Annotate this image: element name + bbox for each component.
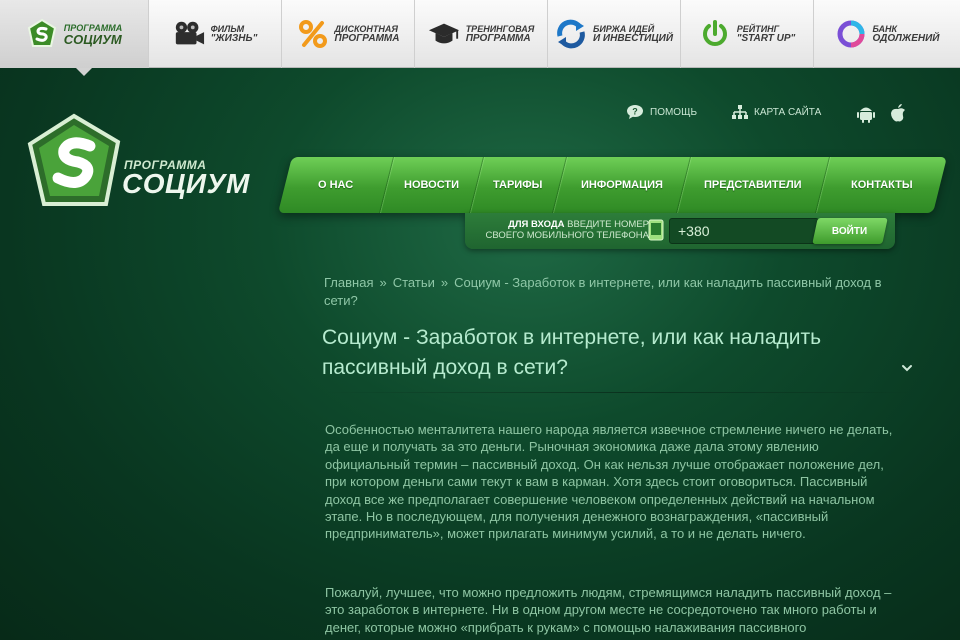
apple-icon[interactable] [888, 103, 908, 123]
article-paragraph-2: Пожалуй, лучшее, что можно предложить лю… [325, 585, 892, 635]
socium-logo-icon [26, 18, 58, 50]
program-tab-label: ФИЛЬМ "ЖИЗНЬ" [210, 24, 258, 44]
login-bar: ДЛЯ ВХОДА ВВЕДИТЕ НОМЕР СВОЕГО МОБИЛЬНОГ… [465, 213, 895, 249]
film-camera-icon [173, 18, 205, 50]
help-bubble-icon: ? [627, 105, 643, 119]
breadcrumb: Главная» Статьи» Социум - Заработок в инте… [324, 274, 914, 310]
graduation-cap-icon [428, 18, 460, 50]
article-paragraph-1: Особенностью менталитета нашего народа я… [325, 422, 893, 542]
nav-tariffs-label: ТАРИФЫ [493, 179, 543, 191]
program-tab-film[interactable]: ФИЛЬМ "ЖИЗНЬ" [149, 0, 282, 68]
sitemap-link-label: КАРТА САЙТА [754, 106, 822, 118]
article-title: Социум - Заработок в интернете, или как … [322, 326, 822, 379]
login-button-label: ВОЙТИ [832, 225, 868, 237]
nav-news[interactable]: НОВОСТИ [380, 157, 484, 213]
program-bar: ПРОГРАММА СОЦИУМ ФИЛЬМ "ЖИЗНЬ" ДИСКОНТНАЯ П… [0, 0, 960, 76]
svg-text:?: ? [632, 107, 638, 117]
nav-contacts[interactable]: КОНТАКТЫ [816, 157, 947, 213]
mobile-phone-icon [648, 219, 664, 241]
program-tab-label: РЕЙТИНГ "START UP" [736, 24, 796, 44]
breadcrumb-articles[interactable]: Статьи [393, 275, 435, 290]
program-tab-label: ДИСКОНТНАЯ ПРОГРАММА [334, 24, 400, 44]
bank-ring-icon [835, 18, 867, 50]
program-tab-label: БИРЖА ИДЕЙ И ИНВЕСТИЦИЙ [592, 24, 674, 44]
nav-news-label: НОВОСТИ [403, 179, 460, 191]
nav-about-label: О НАС [317, 179, 354, 191]
breadcrumb-home[interactable]: Главная [324, 275, 373, 290]
nav-information-label: ИНФОРМАЦИЯ [580, 179, 663, 191]
breadcrumb-separator: » [379, 275, 387, 290]
program-tab-label: ПРОГРАММА СОЦИУМ [63, 22, 123, 47]
breadcrumb-separator: » [440, 275, 449, 290]
program-tab-label: ТРЕНИНГОВАЯ ПРОГРАММА [465, 24, 535, 44]
login-button[interactable]: ВОЙТИ [812, 218, 888, 244]
help-link[interactable]: ? ПОМОЩЬ [626, 105, 697, 119]
nav-tariffs[interactable]: ТАРИФЫ [470, 157, 567, 213]
main-nav: О НАС НОВОСТИ ТАРИФЫ ИНФОРМАЦИЯ ПРЕДСТАВ… [278, 157, 947, 213]
power-icon [699, 18, 731, 50]
nav-contacts-label: КОНТАКТЫ [850, 179, 913, 191]
program-tab-socium[interactable]: ПРОГРАММА СОЦИУМ [0, 0, 149, 76]
nav-about[interactable]: О НАС [278, 157, 394, 213]
percent-icon [297, 18, 329, 50]
phone-number-input[interactable] [669, 218, 819, 244]
title-divider [322, 392, 922, 393]
nav-representatives-label: ПРЕДСТАВИТЕЛИ [704, 179, 802, 191]
login-instructions: ДЛЯ ВХОДА ВВЕДИТЕ НОМЕР СВОЕГО МОБИЛЬНОГ… [485, 219, 650, 241]
program-tab-exchange[interactable]: БИРЖА ИДЕЙ И ИНВЕСТИЦИЙ [548, 0, 681, 68]
sitemap-link[interactable]: КАРТА САЙТА [732, 105, 821, 119]
program-tab-startup[interactable]: РЕЙТИНГ "START UP" [681, 0, 814, 68]
nav-representatives[interactable]: ПРЕДСТАВИТЕЛИ [677, 157, 830, 213]
exchange-arrows-icon [555, 18, 587, 50]
nav-information[interactable]: ИНФОРМАЦИЯ [553, 157, 691, 213]
logo-title: СОЦИУМ [122, 168, 250, 199]
program-tab-discount[interactable]: ДИСКОНТНАЯ ПРОГРАММА [282, 0, 415, 68]
help-link-label: ПОМОЩЬ [650, 106, 698, 118]
android-icon[interactable] [856, 103, 876, 123]
socium-emblem-icon [27, 113, 121, 206]
sitemap-icon [732, 105, 748, 119]
program-tab-bank[interactable]: БАНК ОДОЛЖЕНИЙ [814, 0, 960, 68]
chevron-down-icon[interactable] [900, 361, 914, 375]
program-tab-label: БАНК ОДОЛЖЕНИЙ [872, 24, 940, 44]
program-tab-training[interactable]: ТРЕНИНГОВАЯ ПРОГРАММА [415, 0, 548, 68]
